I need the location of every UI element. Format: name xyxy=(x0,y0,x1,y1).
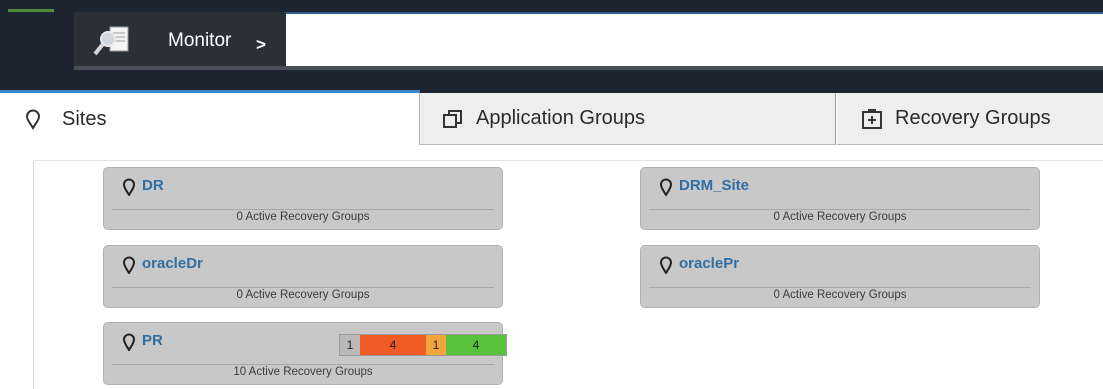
status-segment-error[interactable]: 4 xyxy=(360,335,426,355)
site-card-header: oraclePr xyxy=(641,246,1039,287)
status-segment-ok[interactable]: 4 xyxy=(446,335,506,355)
location-pin-icon xyxy=(659,256,673,274)
tab-sites[interactable]: Sites xyxy=(0,93,420,145)
site-name-link[interactable]: PR xyxy=(142,332,163,349)
site-name-link[interactable]: oracleDr xyxy=(142,255,203,272)
site-name-link[interactable]: DRM_Site xyxy=(679,177,749,194)
location-pin-icon xyxy=(659,178,673,196)
plus-box-icon xyxy=(862,108,882,129)
breadcrumb-separator: > xyxy=(256,35,266,54)
site-card-oraclepr[interactable]: oraclePr 0 Active Recovery Groups xyxy=(640,245,1040,308)
tab-application-groups-label: Application Groups xyxy=(476,107,645,129)
location-pin-icon xyxy=(25,109,41,130)
site-card-dr[interactable]: DR 0 Active Recovery Groups xyxy=(103,167,503,230)
breadcrumb-monitor[interactable]: Monitor xyxy=(168,30,231,52)
site-name-link[interactable]: DR xyxy=(142,177,164,194)
breadcrumb-strip xyxy=(74,66,1103,70)
tab-bar: Sites Application Groups Recovery Groups xyxy=(0,93,1103,145)
tab-application-groups[interactable]: Application Groups xyxy=(420,93,836,145)
card-divider xyxy=(112,209,494,210)
site-active-groups: 0 Active Recovery Groups xyxy=(773,289,907,301)
status-segment-warning[interactable]: 1 xyxy=(426,335,446,355)
tab-recovery-groups-label: Recovery Groups xyxy=(895,107,1051,129)
site-active-groups: 0 Active Recovery Groups xyxy=(236,211,370,223)
tab-recovery-groups[interactable]: Recovery Groups xyxy=(837,93,1103,145)
site-active-groups: 0 Active Recovery Groups xyxy=(236,289,370,301)
location-pin-icon xyxy=(122,333,136,351)
site-card-header: PR 1 4 1 4 xyxy=(104,323,507,364)
corner-indicator xyxy=(8,9,54,12)
tab-sites-label: Sites xyxy=(62,107,107,130)
site-card-header: oracleDr xyxy=(104,246,502,287)
card-divider xyxy=(112,364,494,365)
monitor-magnifier-icon xyxy=(93,26,129,56)
card-divider xyxy=(649,287,1031,288)
site-active-groups: 10 Active Recovery Groups xyxy=(233,366,373,378)
copy-windows-icon xyxy=(443,109,462,128)
site-card-header: DR xyxy=(104,168,502,209)
site-card-pr[interactable]: PR 1 4 1 4 10 Active Recovery Groups xyxy=(103,322,507,385)
site-active-groups: 0 Active Recovery Groups xyxy=(773,211,907,223)
top-bar: Monitor > xyxy=(0,0,1103,93)
location-pin-icon xyxy=(122,178,136,196)
breadcrumb-path-field[interactable] xyxy=(286,12,1103,66)
status-segment-idle[interactable]: 1 xyxy=(340,335,360,355)
recovery-group-status-bar[interactable]: 1 4 1 4 xyxy=(339,334,507,356)
site-name-link[interactable]: oraclePr xyxy=(679,255,739,272)
location-pin-icon xyxy=(122,256,136,274)
site-card-oracledr[interactable]: oracleDr 0 Active Recovery Groups xyxy=(103,245,503,308)
site-card-drm-site[interactable]: DRM_Site 0 Active Recovery Groups xyxy=(640,167,1040,230)
site-card-header: DRM_Site xyxy=(641,168,1039,209)
card-divider xyxy=(649,209,1031,210)
card-divider xyxy=(112,287,494,288)
